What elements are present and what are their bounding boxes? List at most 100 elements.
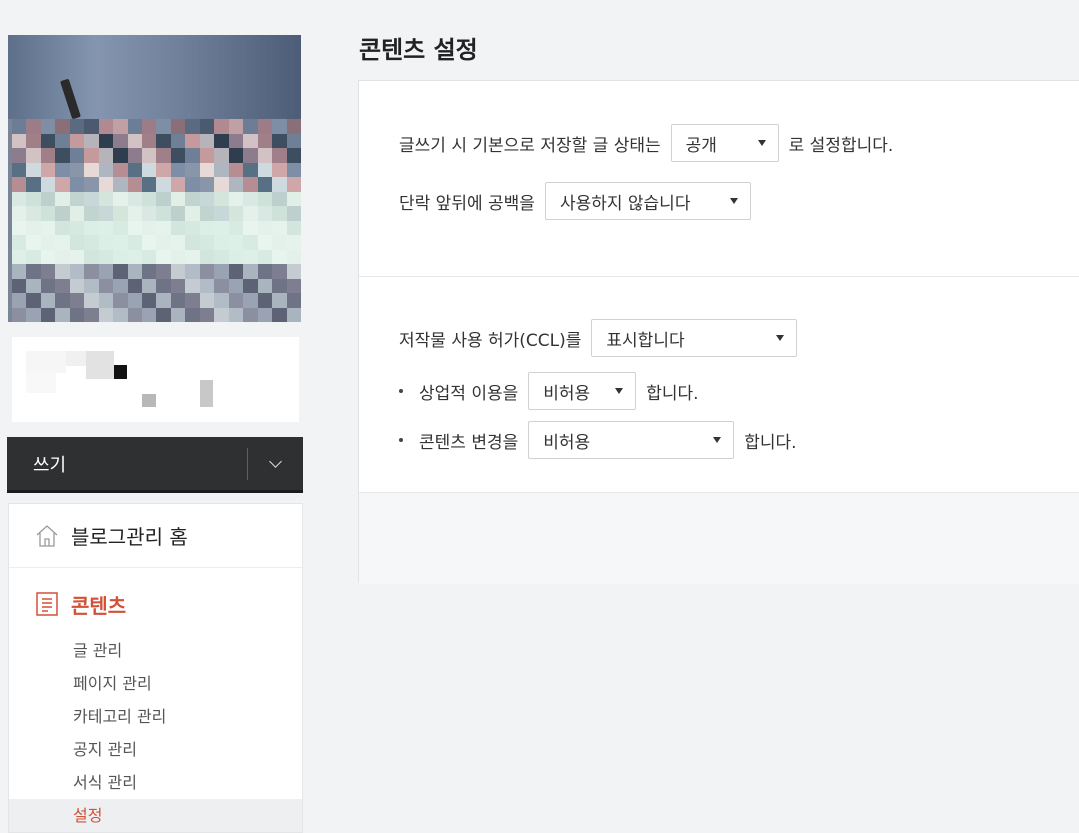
mosaic-cell (228, 249, 244, 264)
mosaic-cell (142, 293, 157, 308)
sidebar-subitem-pages[interactable]: 페이지 관리 (9, 667, 302, 700)
sidebar-subitem-templates[interactable]: 서식 관리 (9, 766, 302, 799)
mosaic-cell (12, 293, 27, 308)
mosaic-cell (272, 264, 287, 279)
bullet (399, 438, 403, 442)
sidebar-subitem-posts[interactable]: 글 관리 (9, 634, 302, 667)
mosaic-cell (55, 133, 70, 148)
mosaic-cell (84, 264, 99, 279)
mosaic-cell (12, 148, 27, 163)
paragraph-spacing-select[interactable]: 사용하지 않습니다 (544, 182, 751, 220)
mosaic-cell (127, 235, 143, 250)
mosaic-cell (26, 133, 41, 148)
mosaic-cell (286, 249, 301, 264)
mosaic-cell (98, 264, 114, 279)
mosaic-cell (199, 264, 215, 279)
mosaic-cell (199, 119, 215, 134)
caret-down-icon (713, 437, 722, 443)
mosaic-cell (142, 191, 157, 206)
mosaic-cell (113, 278, 128, 293)
mosaic-cell (127, 278, 143, 293)
mosaic-cell (214, 191, 229, 206)
blog-profile[interactable] (12, 337, 299, 422)
mosaic-cell (257, 220, 273, 235)
modification-select[interactable]: 비허용 (528, 421, 735, 459)
mosaic-cell (156, 235, 171, 250)
mosaic-cell (199, 177, 215, 192)
mosaic-cell (243, 177, 258, 192)
mosaic-cell (84, 133, 99, 148)
mosaic-cell (170, 133, 186, 148)
mosaic-cell (170, 177, 186, 192)
sidebar-item-content[interactable]: 콘텐츠 (9, 568, 302, 634)
sidebar-subitem-notices[interactable]: 공지 관리 (9, 733, 302, 766)
blog-cover-image[interactable] (8, 35, 301, 322)
mosaic-cell (84, 191, 99, 206)
mosaic-cell (127, 119, 143, 134)
profile-blur (26, 373, 56, 393)
mosaic-cell (142, 119, 157, 134)
write-button[interactable]: 쓰기 (7, 451, 247, 477)
mosaic-cell (185, 264, 200, 279)
write-options-toggle[interactable] (248, 437, 303, 490)
mosaic-cell (170, 206, 186, 221)
mosaic-cell (55, 191, 70, 206)
mosaic-cell (113, 133, 128, 148)
default-status-select[interactable]: 공개 (670, 124, 779, 162)
mosaic-cell (26, 278, 41, 293)
write-bar: 쓰기 (7, 437, 303, 493)
mosaic-cell (12, 119, 27, 134)
mosaic-cell (55, 119, 70, 134)
mosaic-cell (243, 278, 258, 293)
mosaic-cell (199, 307, 215, 322)
mosaic-cell (272, 307, 287, 322)
mosaic-cell (98, 307, 114, 322)
mosaic-cell (286, 148, 301, 163)
mosaic-cell (98, 220, 114, 235)
sidebar-item-label: 블로그관리 홈 (71, 525, 188, 549)
mosaic-cell (12, 278, 27, 293)
mosaic-cell (98, 119, 114, 134)
mosaic-cell (84, 162, 99, 177)
mosaic-cell (199, 293, 215, 308)
select-value: 비허용 (543, 383, 591, 404)
mosaic-cell (84, 278, 99, 293)
mosaic-cell (98, 249, 114, 264)
ccl-select[interactable]: 표시합니다 (591, 319, 798, 357)
sidebar-subitem-categories[interactable]: 카테고리 관리 (9, 700, 302, 733)
cover-photo (8, 35, 301, 119)
mosaic-cell (243, 293, 258, 308)
mosaic-cell (142, 177, 157, 192)
mosaic-cell (69, 220, 85, 235)
mosaic-cell (199, 235, 215, 250)
mosaic-cell (84, 249, 99, 264)
mosaic-cell (286, 235, 301, 250)
mosaic-cell (26, 220, 41, 235)
mosaic-cell (127, 264, 143, 279)
commercial-use-select[interactable]: 비허용 (528, 372, 637, 410)
mosaic-cell (69, 162, 85, 177)
profile-blur (142, 394, 156, 407)
mosaic-cell (257, 119, 273, 134)
mosaic-cell (185, 220, 200, 235)
mosaic-cell (98, 133, 114, 148)
commercial-use-row: 상업적 이용을 비허용 합니다. (399, 372, 699, 410)
mosaic-cell (142, 249, 157, 264)
mosaic-cell (214, 293, 229, 308)
mosaic-cell (257, 293, 273, 308)
mosaic-cell (243, 220, 258, 235)
mosaic-cell (257, 177, 273, 192)
mosaic-cell (127, 177, 143, 192)
mosaic-cell (142, 235, 157, 250)
mosaic-cell (156, 177, 171, 192)
ccl-settings-section: 저작물 사용 허가(CCL)를 표시합니다 상업적 이용을 비허용 합니다. 콘… (359, 277, 1079, 493)
mosaic-cell (55, 235, 70, 250)
sidebar-item-home[interactable]: 블로그관리 홈 (9, 504, 302, 568)
mosaic-cell (156, 249, 171, 264)
sidebar-subitem-settings[interactable]: 설정 (9, 799, 302, 832)
page-title: 콘텐츠 설정 (359, 36, 478, 64)
mosaic-cell (286, 307, 301, 322)
mosaic-cell (257, 162, 273, 177)
mosaic-cell (26, 119, 41, 134)
mosaic-cell (170, 293, 186, 308)
